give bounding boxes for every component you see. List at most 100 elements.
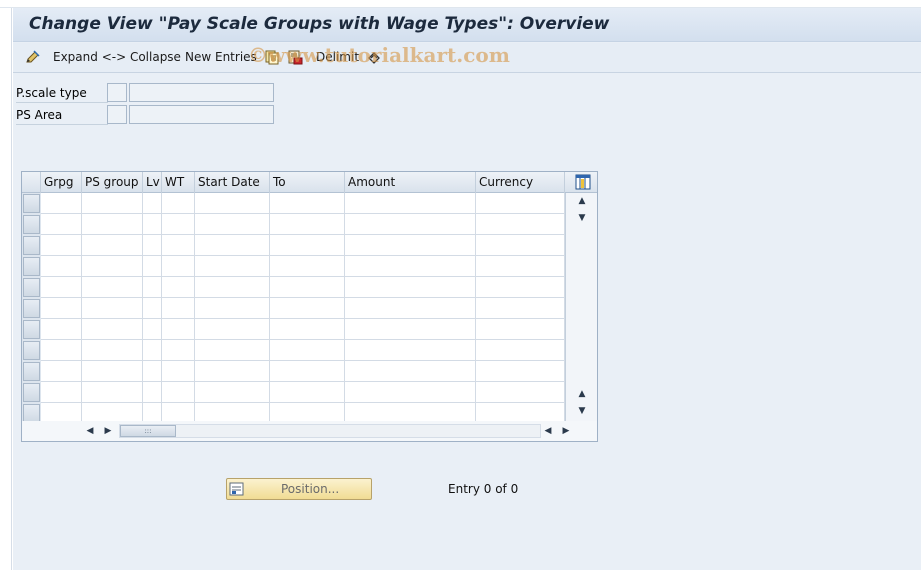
scroll-right-arrow-icon[interactable]: ▶: [102, 425, 114, 437]
table-cell[interactable]: [143, 277, 162, 298]
table-cell[interactable]: [345, 361, 476, 382]
table-cell[interactable]: [476, 319, 565, 340]
scroll-up-arrow-icon[interactable]: ▲: [576, 195, 588, 207]
table-cell[interactable]: [345, 193, 476, 214]
table-cell[interactable]: [195, 193, 270, 214]
table-cell[interactable]: [82, 298, 143, 319]
table-cell[interactable]: [476, 361, 565, 382]
table-cell[interactable]: [345, 319, 476, 340]
table-cell[interactable]: [270, 298, 345, 319]
table-cell[interactable]: [270, 214, 345, 235]
table-cell[interactable]: [476, 277, 565, 298]
expand-collapse-button[interactable]: Expand <-> Collapse: [53, 50, 181, 68]
table-cell[interactable]: [82, 319, 143, 340]
scroll-up-arrow-icon[interactable]: ▲: [576, 388, 588, 400]
pscale-type-short-field[interactable]: [107, 83, 127, 102]
table-cell[interactable]: [270, 235, 345, 256]
row-selector[interactable]: [23, 320, 40, 339]
table-cell[interactable]: [195, 235, 270, 256]
table-cell[interactable]: [41, 361, 82, 382]
table-cell[interactable]: [41, 277, 82, 298]
row-selector[interactable]: [23, 299, 40, 318]
ps-area-text-field[interactable]: [129, 105, 274, 124]
table-cell[interactable]: [270, 319, 345, 340]
table-cell[interactable]: [195, 298, 270, 319]
table-cell[interactable]: [162, 277, 195, 298]
table-cell[interactable]: [162, 256, 195, 277]
table-cell[interactable]: [143, 382, 162, 403]
scroll-right-arrow-icon[interactable]: ▶: [560, 425, 572, 437]
table-cell[interactable]: [143, 319, 162, 340]
row-selector[interactable]: [23, 278, 40, 297]
table-cell[interactable]: [345, 235, 476, 256]
table-cell[interactable]: [143, 298, 162, 319]
table-cell[interactable]: [41, 235, 82, 256]
table-cell[interactable]: [143, 235, 162, 256]
table-cell[interactable]: [195, 256, 270, 277]
row-selector[interactable]: [23, 383, 40, 402]
table-cell[interactable]: [41, 214, 82, 235]
table-cell[interactable]: [82, 340, 143, 361]
table-cell[interactable]: [143, 340, 162, 361]
table-cell[interactable]: [270, 361, 345, 382]
table-cell[interactable]: [162, 298, 195, 319]
table-cell[interactable]: [270, 193, 345, 214]
table-cell[interactable]: [82, 235, 143, 256]
column-header-to[interactable]: To: [270, 172, 345, 193]
table-cell[interactable]: [476, 235, 565, 256]
horizontal-scroll-track[interactable]: :::: [119, 424, 541, 438]
table-cell[interactable]: [195, 214, 270, 235]
table-cell[interactable]: [345, 277, 476, 298]
table-cell[interactable]: [476, 256, 565, 277]
row-selector[interactable]: [23, 236, 40, 255]
table-cell[interactable]: [82, 256, 143, 277]
scroll-down-arrow-icon[interactable]: ▼: [576, 405, 588, 417]
position-button[interactable]: Position...: [226, 478, 372, 500]
row-selector[interactable]: [23, 341, 40, 360]
select-all-corner[interactable]: [22, 172, 41, 193]
row-selector[interactable]: [23, 194, 40, 213]
table-cell[interactable]: [162, 361, 195, 382]
table-cell[interactable]: [345, 382, 476, 403]
table-cell[interactable]: [41, 298, 82, 319]
table-cell[interactable]: [476, 214, 565, 235]
table-cell[interactable]: [162, 235, 195, 256]
table-cell[interactable]: [162, 382, 195, 403]
table-cell[interactable]: [82, 277, 143, 298]
new-entries-button[interactable]: New Entries: [185, 50, 257, 68]
edit-pencil-icon[interactable]: [25, 49, 41, 65]
row-selector[interactable]: [23, 257, 40, 276]
table-cell[interactable]: [162, 214, 195, 235]
column-header-lv[interactable]: Lv: [143, 172, 162, 193]
table-cell[interactable]: [41, 193, 82, 214]
ps-area-short-field[interactable]: [107, 105, 127, 124]
scroll-left-arrow-icon[interactable]: ◀: [84, 425, 96, 437]
table-cell[interactable]: [345, 256, 476, 277]
table-cell[interactable]: [345, 340, 476, 361]
table-cell[interactable]: [345, 298, 476, 319]
table-settings-icon[interactable]: [575, 174, 591, 190]
table-cell[interactable]: [270, 277, 345, 298]
pscale-type-text-field[interactable]: [129, 83, 274, 102]
table-cell[interactable]: [476, 340, 565, 361]
table-cell[interactable]: [345, 214, 476, 235]
table-cell[interactable]: [476, 382, 565, 403]
table-cell[interactable]: [143, 256, 162, 277]
table-cell[interactable]: [195, 277, 270, 298]
row-selector[interactable]: [23, 362, 40, 381]
scroll-left-arrow-icon[interactable]: ◀: [542, 425, 554, 437]
column-header-ps-group[interactable]: PS group: [82, 172, 143, 193]
table-cell[interactable]: [143, 193, 162, 214]
table-cell[interactable]: [41, 382, 82, 403]
table-cell[interactable]: [195, 382, 270, 403]
table-cell[interactable]: [41, 319, 82, 340]
table-cell[interactable]: [82, 361, 143, 382]
column-header-currency[interactable]: Currency: [476, 172, 565, 193]
table-cell[interactable]: [162, 193, 195, 214]
table-cell[interactable]: [476, 193, 565, 214]
row-selector[interactable]: [23, 215, 40, 234]
table-cell[interactable]: [82, 193, 143, 214]
table-cell[interactable]: [82, 382, 143, 403]
column-header-start-date[interactable]: Start Date: [195, 172, 270, 193]
table-cell[interactable]: [41, 256, 82, 277]
